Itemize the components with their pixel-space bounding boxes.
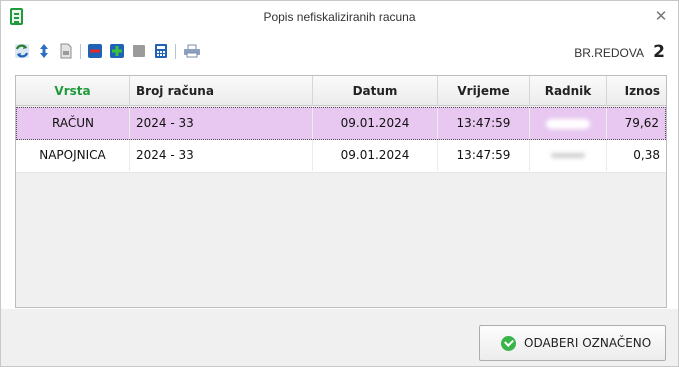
check-circle-icon (501, 336, 516, 351)
column-header-vrsta[interactable]: Vrsta (16, 76, 130, 106)
cell-vrijeme: 13:47:59 (438, 140, 530, 171)
table-row[interactable]: NAPOJNICA 2024 - 33 09.01.2024 13:47:59 … (16, 140, 666, 173)
add-icon[interactable] (109, 43, 125, 59)
cell-vrsta: NAPOJNICA (16, 140, 130, 171)
column-header-iznos[interactable]: Iznos (607, 76, 666, 106)
remove-icon[interactable] (87, 43, 103, 59)
title-bar: Popis nefiskaliziranih racuna ✕ (1, 1, 678, 34)
calculator-icon[interactable] (153, 43, 169, 59)
cell-broj-racuna: 2024 - 33 (130, 140, 313, 171)
table-row[interactable]: RAČUN 2024 - 33 09.01.2024 13:47:59 79,6… (16, 107, 666, 140)
column-header-vrijeme[interactable]: Vrijeme (438, 76, 530, 106)
cell-datum: 09.01.2024 (313, 140, 438, 171)
document-icon[interactable] (58, 43, 74, 59)
window-title: Popis nefiskaliziranih racuna (263, 10, 416, 24)
select-marked-label: ODABERI OZNAČENO (524, 336, 652, 350)
bottom-panel: ODABERI OZNAČENO (1, 309, 678, 366)
column-header-datum[interactable]: Datum (313, 76, 438, 106)
row-count-label: BR.REDOVA (574, 46, 644, 60)
toolbar-separator (175, 44, 176, 59)
cell-radnik-redacted (530, 140, 607, 171)
cell-vrijeme: 13:47:59 (438, 108, 530, 139)
invoice-grid[interactable]: Vrsta Broj računa Datum Vrijeme Radnik I… (15, 75, 667, 308)
cell-radnik-redacted (530, 108, 607, 139)
print-icon[interactable] (183, 43, 200, 59)
cell-iznos: 0,38 (633, 148, 660, 162)
cell-vrsta: RAČUN (17, 108, 130, 139)
column-header-radnik[interactable]: Radnik (530, 76, 607, 106)
select-marked-button[interactable]: ODABERI OZNAČENO (479, 325, 666, 361)
toolbar: BR.REDOVA 2 (1, 36, 678, 66)
cell-iznos: 79,62 (624, 116, 659, 130)
toolbar-separator (80, 44, 81, 59)
grid-header: Vrsta Broj računa Datum Vrijeme Radnik I… (16, 76, 666, 106)
row-count-value: 2 (653, 42, 665, 62)
refresh-icon[interactable] (14, 43, 30, 59)
cell-broj-racuna: 2024 - 33 (130, 108, 313, 139)
cell-datum: 09.01.2024 (313, 108, 438, 139)
close-icon: ✕ (654, 7, 668, 25)
close-button[interactable]: ✕ (650, 5, 672, 27)
dialog-window: Popis nefiskaliziranih racuna ✕ BR.REDOV… (0, 0, 679, 367)
column-header-broj-racuna[interactable]: Broj računa (130, 76, 313, 106)
stop-icon[interactable] (131, 43, 147, 59)
sort-icon[interactable] (36, 43, 52, 59)
